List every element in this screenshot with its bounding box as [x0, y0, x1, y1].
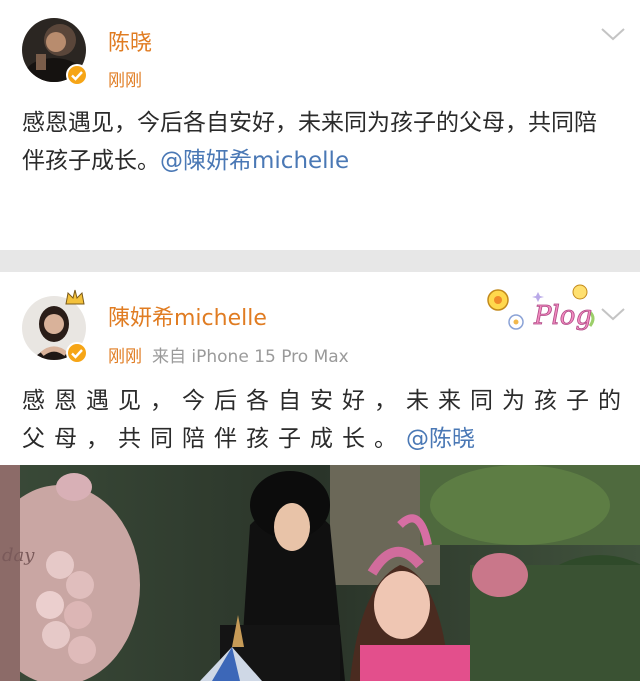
- post-time: 刚刚: [108, 71, 142, 91]
- post-separator: [0, 250, 640, 272]
- post-source: 来自 iPhone 15 Pro Max: [152, 347, 349, 367]
- username[interactable]: 陳妍希michelle: [108, 300, 267, 332]
- weibo-post-1: 陈晓 刚刚 感恩遇见，今后各自安好，未来同为孩子的父母，共同陪伴孩子成长。@陳妍…: [0, 0, 640, 250]
- verified-badge: [66, 342, 88, 364]
- post-content: 感恩遇见，今后各自安好，未来同为孩子的 父母，共同陪伴孩子成长。@陈晓: [22, 382, 632, 458]
- post-time: 刚刚: [108, 347, 142, 367]
- post-meta: 刚刚: [108, 66, 152, 91]
- verified-badge: [66, 64, 88, 86]
- chevron-down-icon[interactable]: [598, 24, 628, 44]
- mention-link[interactable]: @陳妍希michelle: [160, 148, 349, 174]
- banner-text: day: [2, 545, 35, 566]
- post-meta: 刚刚 来自 iPhone 15 Pro Max: [108, 342, 349, 367]
- post-content: 感恩遇见，今后各自安好，未来同为孩子的父母，共同陪伴孩子成长。@陳妍希miche…: [22, 104, 618, 180]
- post-text-line-1: 感恩遇见，今后各自安好，未来同为孩子的: [22, 388, 630, 414]
- crown-icon: [64, 288, 86, 306]
- post-photo[interactable]: day: [0, 465, 640, 681]
- chevron-down-icon[interactable]: [598, 304, 628, 324]
- plog-sticker: Plog: [482, 282, 602, 338]
- username[interactable]: 陈晓: [108, 25, 152, 57]
- plog-badge: Plog: [533, 301, 592, 331]
- post-text-line-2: 父母，共同陪伴孩子成长。: [22, 426, 406, 452]
- mention-link[interactable]: @陈晓: [406, 426, 475, 452]
